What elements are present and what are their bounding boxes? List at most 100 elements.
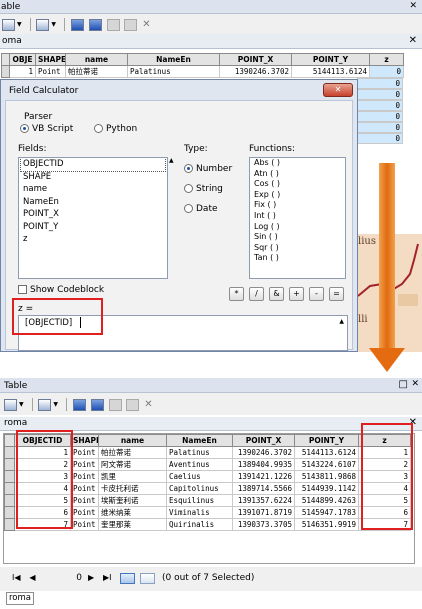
cell-point-x[interactable]: 1389404.9935 [232, 458, 295, 471]
column-header[interactable]: name [98, 434, 167, 447]
operator-divide-button[interactable]: / [249, 287, 264, 301]
close-icon[interactable]: ✕ [411, 379, 419, 389]
cell-shape[interactable]: Point [70, 446, 99, 459]
related-tables-icon[interactable] [36, 18, 50, 31]
dialog-close-button[interactable]: ✕ [323, 83, 353, 97]
cell-z[interactable]: 0 [357, 100, 403, 111]
first-record-icon[interactable]: I◀ [12, 573, 21, 582]
column-header[interactable]: POINT_X [219, 53, 292, 66]
operator-plus-button[interactable]: + [289, 287, 304, 301]
column-header[interactable]: z [369, 53, 404, 66]
list-item[interactable]: Log ( ) [250, 222, 345, 233]
last-record-icon[interactable]: ▶I [103, 573, 112, 582]
cell-name-en[interactable]: Palatinus [127, 65, 220, 78]
list-item[interactable]: Atn ( ) [250, 169, 345, 180]
list-item[interactable]: Cos ( ) [250, 179, 345, 190]
functions-list[interactable]: Abs ( ) Atn ( ) Cos ( ) Exp ( ) Fix ( ) … [249, 157, 346, 279]
cell-z[interactable]: 0 [357, 89, 403, 100]
column-header[interactable]: POINT_Y [291, 53, 370, 66]
cell-point-y[interactable]: 5143224.6107 [294, 458, 359, 471]
scroll-up-icon[interactable]: ▲ [169, 157, 174, 164]
table-row[interactable]: 1 Point 帕拉蒂诺 Palatinus 1390246.3702 5144… [1, 65, 404, 78]
row-selector[interactable] [4, 518, 15, 531]
column-header[interactable]: POINT_X [232, 434, 295, 447]
cell-name[interactable]: 埃斯奎利诺 [98, 494, 167, 507]
cell-name-en[interactable]: Palatinus [166, 446, 233, 459]
row-selector[interactable] [4, 482, 15, 495]
cell-z[interactable]: 0 [369, 65, 404, 78]
list-item[interactable]: SHAPE [19, 171, 167, 184]
cell-shape[interactable]: Point [70, 458, 99, 471]
table-options-icon[interactable] [4, 398, 17, 411]
cell-point-x[interactable]: 1390373.3705 [232, 518, 295, 531]
list-item[interactable]: z [19, 233, 167, 246]
row-selector[interactable] [4, 494, 15, 507]
next-record-icon[interactable]: ▶ [88, 573, 94, 582]
cell-name[interactable]: 卡皮托利诺 [98, 482, 167, 495]
cell-shape[interactable]: Point [70, 482, 99, 495]
delete-selected-icon[interactable]: ✕ [144, 399, 152, 410]
cell-name[interactable]: 凯里 [98, 470, 167, 483]
top-table-tab[interactable]: oma ✕ [0, 34, 422, 49]
cell-point-y[interactable]: 5144899.4263 [294, 494, 359, 507]
cell-z[interactable]: 0 [357, 78, 403, 89]
list-item[interactable]: NameEn [19, 196, 167, 209]
type-string-radio[interactable]: String [184, 184, 223, 194]
chevron-down-icon[interactable]: ▼ [19, 401, 24, 408]
parser-vbscript-radio[interactable]: VB Script [20, 124, 73, 134]
cell-name[interactable]: 帕拉蒂诺 [65, 65, 128, 78]
type-number-radio[interactable]: Number [184, 164, 232, 174]
cell-shape[interactable]: Point [35, 65, 66, 78]
clear-selection-icon[interactable] [108, 398, 122, 411]
table-options-icon[interactable] [2, 18, 15, 31]
list-item[interactable]: Fix ( ) [250, 200, 345, 211]
cell-name-en[interactable]: Capitolinus [166, 482, 233, 495]
column-header[interactable]: POINT_Y [294, 434, 359, 447]
list-item[interactable]: Exp ( ) [250, 190, 345, 201]
type-date-radio[interactable]: Date [184, 204, 218, 214]
cell-point-y[interactable]: 5144113.6124 [294, 446, 359, 459]
scroll-up-icon[interactable]: ▲ [339, 318, 344, 325]
cell-name-en[interactable]: Esquilinus [166, 494, 233, 507]
bottom-table-tab-roma[interactable]: roma [6, 592, 34, 605]
fields-list[interactable]: OBJECTID SHAPE name NameEn POINT_X POINT… [18, 157, 168, 279]
chevron-down-icon[interactable]: ▼ [51, 21, 56, 28]
record-position-input[interactable]: 0 [60, 571, 82, 585]
list-item[interactable]: POINT_X [19, 208, 167, 221]
operator-concat-button[interactable]: & [269, 287, 284, 301]
show-all-records-icon[interactable] [120, 573, 135, 584]
clear-selection-icon[interactable] [106, 18, 120, 31]
cell-name-en[interactable]: Viminalis [166, 506, 233, 519]
list-item[interactable]: POINT_Y [19, 221, 167, 234]
cell-z[interactable]: 0 [357, 111, 403, 122]
cell-z[interactable]: 0 [357, 133, 403, 144]
switch-selection-icon[interactable] [88, 18, 102, 31]
cell-shape[interactable]: Point [70, 494, 99, 507]
operator-equals-button[interactable]: = [329, 287, 344, 301]
delete-selected-icon[interactable]: ✕ [142, 19, 150, 30]
row-selector[interactable] [4, 470, 15, 483]
cell-shape[interactable]: Point [70, 518, 99, 531]
chevron-down-icon[interactable]: ▼ [17, 21, 22, 28]
list-item[interactable]: Int ( ) [250, 211, 345, 222]
operator-multiply-button[interactable]: * [229, 287, 244, 301]
cell-name-en[interactable]: Quirinalis [166, 518, 233, 531]
top-window-titlebar[interactable]: able ✕ [0, 0, 422, 14]
row-selector[interactable] [4, 458, 15, 471]
cell-point-y[interactable]: 5145947.1783 [294, 506, 359, 519]
cell-point-x[interactable]: 1391421.1226 [232, 470, 295, 483]
bottom-window-titlebar[interactable]: Table □ ✕ [0, 378, 422, 393]
cell-point-y[interactable]: 5144113.6124 [291, 65, 370, 78]
cell-point-x[interactable]: 1391357.6224 [232, 494, 295, 507]
column-header[interactable]: SHAPE [35, 53, 66, 66]
column-header[interactable]: SHAPE [70, 434, 99, 447]
list-item[interactable]: Sin ( ) [250, 232, 345, 243]
maximize-icon[interactable]: □ [399, 379, 408, 390]
list-item[interactable]: Abs ( ) [250, 158, 345, 169]
zoom-to-selected-icon[interactable] [126, 398, 140, 411]
top-tab-close-icon[interactable]: ✕ [409, 35, 417, 46]
select-by-attributes-icon[interactable] [70, 18, 84, 31]
row-selector[interactable] [4, 446, 15, 459]
list-item[interactable]: OBJECTID [20, 158, 166, 172]
cell-name[interactable]: 帕拉蒂诺 [98, 446, 167, 459]
